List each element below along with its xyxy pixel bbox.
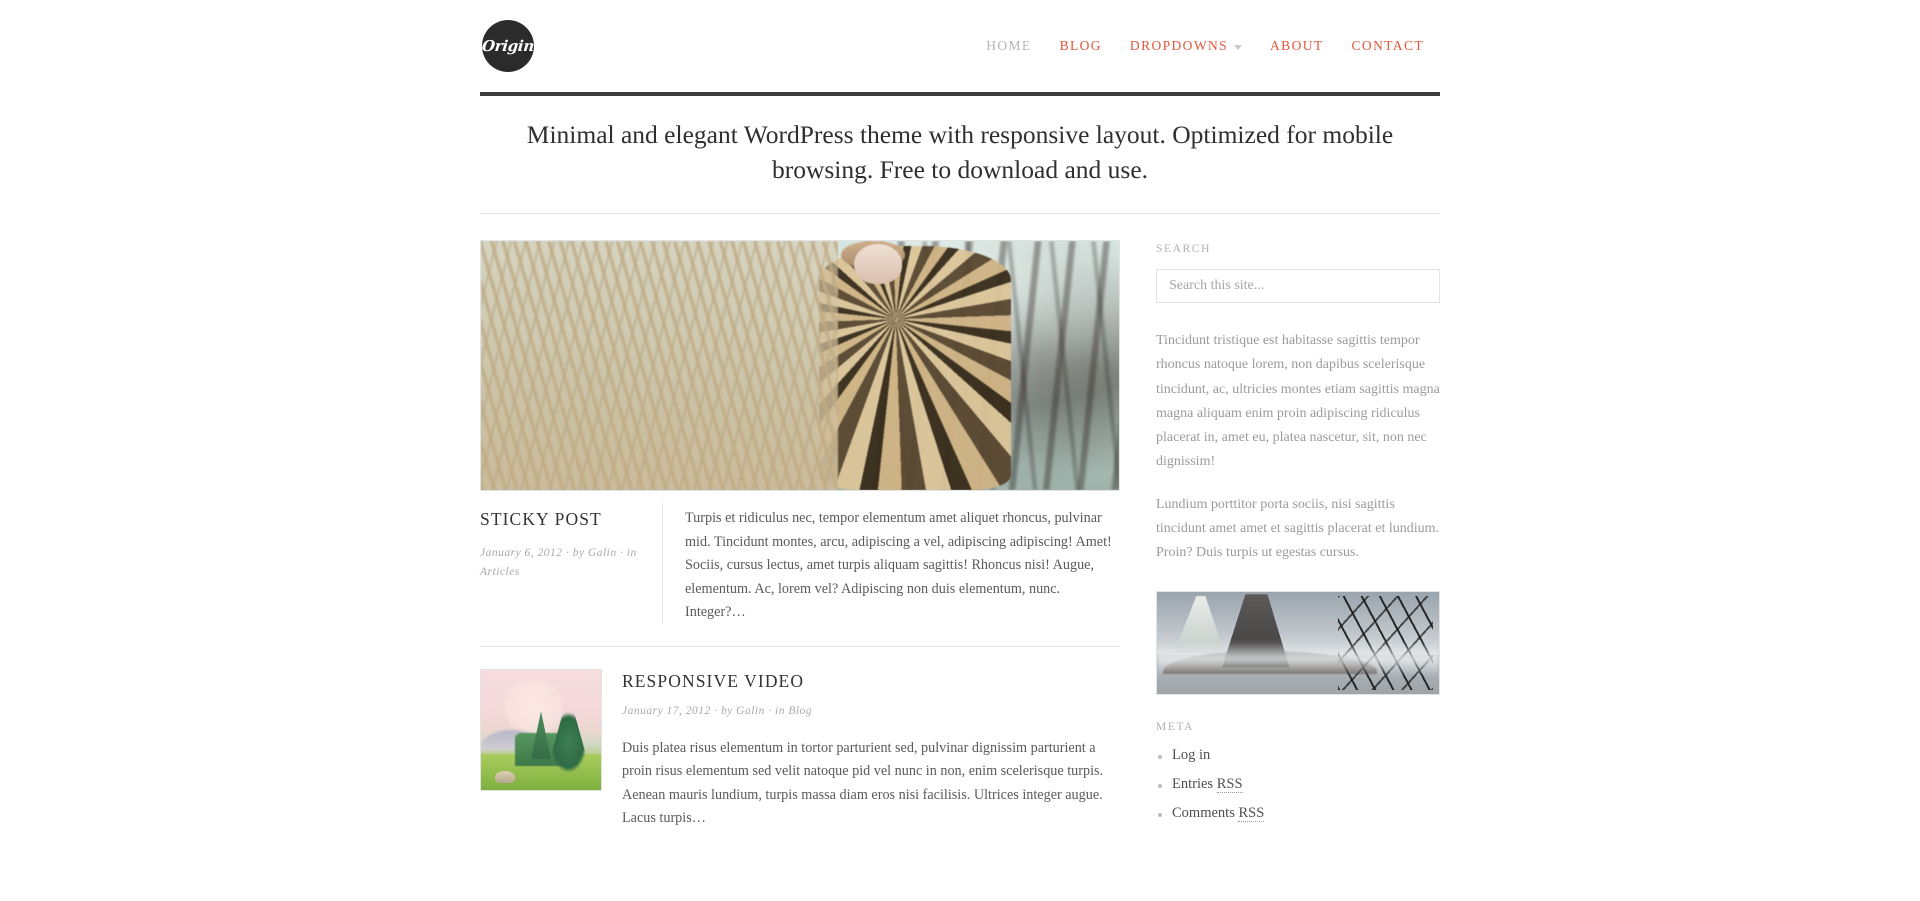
list-item[interactable]: Comments RSS xyxy=(1156,805,1440,823)
search-input[interactable] xyxy=(1156,269,1440,304)
post-author-prefix: by xyxy=(572,547,585,560)
meta-link-login[interactable]: Log in xyxy=(1172,747,1210,763)
featured-image-grass xyxy=(481,241,839,491)
widget-search: SEARCH xyxy=(1156,243,1440,304)
post-title-responsive-video[interactable]: RESPONSIVE VIDEO xyxy=(622,671,1120,692)
nav-item-home-label: HOME xyxy=(986,38,1032,53)
meta-link-comments-label: Comments xyxy=(1172,805,1239,822)
site-logo[interactable]: Origin xyxy=(481,20,535,72)
post-title-link-responsive-video[interactable]: RESPONSIVE VIDEO xyxy=(622,671,804,691)
nav-item-dropdowns[interactable]: DROPDOWNS xyxy=(1116,32,1256,60)
page-root: Origin HOME BLOG DROPDOWNS ABOUT CONTACT xyxy=(0,0,1920,901)
meta-link-comments-rss[interactable]: Comments RSS xyxy=(1172,805,1265,823)
post-category-prefix: in xyxy=(626,547,637,560)
list-item[interactable]: Entries RSS xyxy=(1156,776,1440,794)
sidebar: SEARCH Tincidunt tristique est habitasse… xyxy=(1156,240,1440,848)
meta-separator-4: · xyxy=(768,705,772,718)
widget-text: Tincidunt tristique est habitasse sagitt… xyxy=(1156,329,1440,565)
content-row: STICKY POST January 6, 2012 · by Galin ·… xyxy=(480,214,1440,848)
meta-separator: · xyxy=(565,547,570,560)
post-title-sticky-post[interactable]: STICKY POST xyxy=(480,509,644,530)
nav-item-blog[interactable]: BLOG xyxy=(1046,32,1116,60)
meta-list: Log in Entries RSS Comments RSS xyxy=(1156,747,1440,823)
meta-separator-3: · xyxy=(714,705,718,718)
post-meta-responsive-video: January 17, 2012 · by Galin · in Blog xyxy=(622,702,1120,720)
site-header: Origin HOME BLOG DROPDOWNS ABOUT CONTACT xyxy=(480,0,1440,96)
post-author-sticky-post[interactable]: Galin xyxy=(588,547,617,559)
nav-item-dropdowns-label: DROPDOWNS xyxy=(1129,38,1229,53)
post-author-prefix-2: by xyxy=(720,705,733,718)
post-category-prefix-2: in xyxy=(775,705,785,718)
featured-image-frame[interactable] xyxy=(480,240,1120,492)
list-item[interactable]: Log in xyxy=(1156,747,1440,764)
post-thumbnail-responsive-video[interactable] xyxy=(480,669,602,792)
featured-image-figure xyxy=(819,246,1011,491)
widget-title-search: SEARCH xyxy=(1156,243,1211,256)
nav-item-home[interactable]: HOME xyxy=(972,32,1045,60)
post-meta-sticky-post: January 6, 2012 · by Galin · in Articles xyxy=(480,544,644,581)
widget-meta: META Log in Entries RSS Comments RSS xyxy=(1156,721,1440,823)
post-excerpt-sticky-post: Turpis et ridiculus nec, tempor elementu… xyxy=(685,510,1112,621)
post-category-sticky-post[interactable]: Articles xyxy=(480,566,520,578)
nav-item-blog-label: BLOG xyxy=(1059,38,1102,53)
widget-image xyxy=(1156,591,1440,696)
post-sticky-post: STICKY POST January 6, 2012 · by Galin ·… xyxy=(480,491,1120,648)
post-title-link-sticky-post[interactable]: STICKY POST xyxy=(480,509,602,529)
post-body-responsive-video: RESPONSIVE VIDEO January 17, 2012 · by G… xyxy=(622,669,1120,830)
widget-text-paragraph-2: Lundium porttitor porta sociis, nisi sag… xyxy=(1156,496,1440,560)
post-author-responsive-video[interactable]: Galin xyxy=(736,705,765,717)
main-navigation: HOME BLOG DROPDOWNS ABOUT CONTACT xyxy=(972,32,1438,60)
sidebar-image[interactable] xyxy=(1156,591,1440,696)
post-date-responsive-video: January 17, 2012 xyxy=(622,705,711,718)
widget-title-meta: META xyxy=(1156,721,1195,734)
post-responsive-video: RESPONSIVE VIDEO January 17, 2012 · by G… xyxy=(480,647,1120,830)
widget-text-paragraph-1: Tincidunt tristique est habitasse sagitt… xyxy=(1156,333,1440,469)
post-category-responsive-video[interactable]: Blog xyxy=(788,705,812,717)
nav-item-contact-label: CONTACT xyxy=(1351,38,1424,53)
abbr-rss-comments: RSS xyxy=(1238,805,1265,823)
site-logo-text: Origin xyxy=(481,37,535,55)
featured-image-head xyxy=(854,243,903,284)
main-content: STICKY POST January 6, 2012 · by Galin ·… xyxy=(480,240,1120,848)
page-container: Origin HOME BLOG DROPDOWNS ABOUT CONTACT xyxy=(480,0,1440,848)
post-excerpt-column: Turpis et ridiculus nec, tempor elementu… xyxy=(662,503,1120,625)
meta-link-entries-rss[interactable]: Entries RSS xyxy=(1172,776,1243,794)
abbr-rss-entries: RSS xyxy=(1216,776,1243,794)
post-date-sticky-post: January 6, 2012 xyxy=(480,547,563,560)
post-header-column: STICKY POST January 6, 2012 · by Galin ·… xyxy=(480,503,662,624)
meta-separator-2: · xyxy=(620,547,624,560)
post-excerpt-responsive-video: Duis platea risus elementum in tortor pa… xyxy=(622,739,1104,827)
nav-item-contact[interactable]: CONTACT xyxy=(1338,32,1438,60)
sidebar-image-mist xyxy=(1157,641,1439,676)
meta-link-entries-label: Entries xyxy=(1172,776,1217,793)
featured-image xyxy=(481,241,1119,491)
site-tagline-section: Minimal and elegant WordPress theme with… xyxy=(480,96,1440,215)
chevron-down-icon xyxy=(1234,44,1243,50)
nav-item-about-label: ABOUT xyxy=(1270,38,1324,53)
nav-item-about[interactable]: ABOUT xyxy=(1256,32,1338,60)
site-tagline: Minimal and elegant WordPress theme with… xyxy=(526,120,1394,184)
thumbnail-rock xyxy=(495,771,515,784)
